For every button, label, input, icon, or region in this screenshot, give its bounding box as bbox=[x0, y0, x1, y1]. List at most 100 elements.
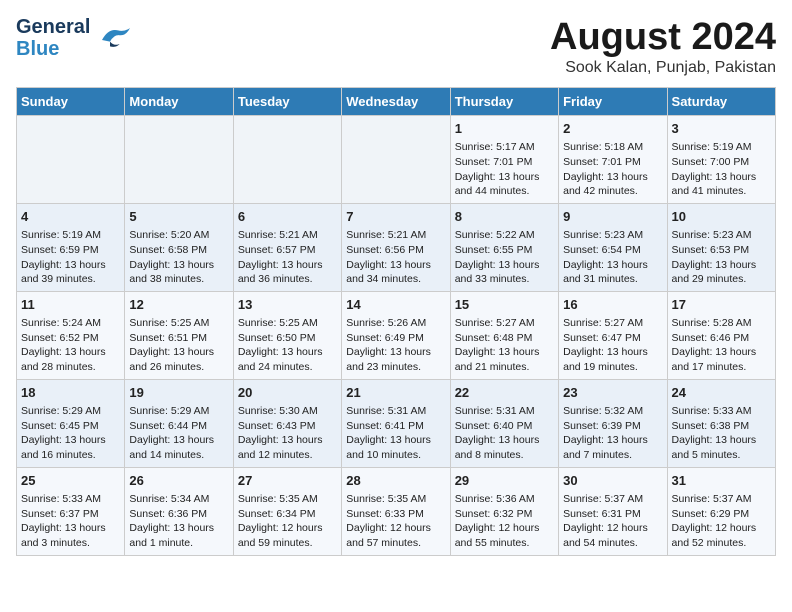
day-content: Daylight: 13 hours bbox=[21, 433, 120, 448]
day-content: Sunrise: 5:34 AM bbox=[129, 492, 228, 507]
day-content: and 28 minutes. bbox=[21, 360, 120, 375]
calendar-table: Sunday Monday Tuesday Wednesday Thursday… bbox=[16, 87, 776, 556]
day-content: Daylight: 13 hours bbox=[129, 521, 228, 536]
day-content: and 1 minute. bbox=[129, 536, 228, 551]
day-content: Sunset: 6:29 PM bbox=[672, 507, 771, 522]
day-content: Daylight: 12 hours bbox=[238, 521, 337, 536]
day-content: and 33 minutes. bbox=[455, 272, 554, 287]
table-row: 28Sunrise: 5:35 AMSunset: 6:33 PMDayligh… bbox=[342, 467, 450, 555]
day-content: Sunrise: 5:37 AM bbox=[672, 492, 771, 507]
day-content: Sunrise: 5:27 AM bbox=[563, 316, 662, 331]
table-row: 31Sunrise: 5:37 AMSunset: 6:29 PMDayligh… bbox=[667, 467, 775, 555]
calendar-week-row: 25Sunrise: 5:33 AMSunset: 6:37 PMDayligh… bbox=[17, 467, 776, 555]
day-content: Sunrise: 5:33 AM bbox=[672, 404, 771, 419]
day-content: Daylight: 13 hours bbox=[672, 258, 771, 273]
day-number: 10 bbox=[672, 208, 771, 226]
day-content: and 21 minutes. bbox=[455, 360, 554, 375]
day-content: Sunset: 6:44 PM bbox=[129, 419, 228, 434]
day-content: Sunrise: 5:30 AM bbox=[238, 404, 337, 419]
day-content: Sunrise: 5:19 AM bbox=[672, 140, 771, 155]
table-row: 11Sunrise: 5:24 AMSunset: 6:52 PMDayligh… bbox=[17, 291, 125, 379]
day-content: Sunset: 6:36 PM bbox=[129, 507, 228, 522]
table-row: 14Sunrise: 5:26 AMSunset: 6:49 PMDayligh… bbox=[342, 291, 450, 379]
day-content: Sunset: 6:52 PM bbox=[21, 331, 120, 346]
day-content: Daylight: 13 hours bbox=[21, 258, 120, 273]
calendar-week-row: 18Sunrise: 5:29 AMSunset: 6:45 PMDayligh… bbox=[17, 379, 776, 467]
table-row: 12Sunrise: 5:25 AMSunset: 6:51 PMDayligh… bbox=[125, 291, 233, 379]
day-content: Sunset: 6:53 PM bbox=[672, 243, 771, 258]
calendar-week-row: 11Sunrise: 5:24 AMSunset: 6:52 PMDayligh… bbox=[17, 291, 776, 379]
table-row: 16 Sunrise: 5:27 AMSunset: 6:47 PMDayligh… bbox=[559, 291, 667, 379]
day-content: Daylight: 13 hours bbox=[346, 345, 445, 360]
table-row: 8Sunrise: 5:22 AMSunset: 6:55 PMDaylight… bbox=[450, 203, 558, 291]
day-content: Sunset: 6:55 PM bbox=[455, 243, 554, 258]
day-content: Sunrise: 5:21 AM bbox=[238, 228, 337, 243]
table-row: 18Sunrise: 5:29 AMSunset: 6:45 PMDayligh… bbox=[17, 379, 125, 467]
day-number: 17 bbox=[672, 296, 771, 314]
day-content: and 5 minutes. bbox=[672, 448, 771, 463]
day-content: Sunset: 6:59 PM bbox=[21, 243, 120, 258]
day-number: 4 bbox=[21, 208, 120, 226]
page-header: General Blue August 2024 Sook Kalan, Pun… bbox=[16, 16, 776, 77]
day-content: and 31 minutes. bbox=[563, 272, 662, 287]
calendar-week-row: 4Sunrise: 5:19 AMSunset: 6:59 PMDaylight… bbox=[17, 203, 776, 291]
col-saturday: Saturday bbox=[667, 88, 775, 116]
table-row: 26Sunrise: 5:34 AMSunset: 6:36 PMDayligh… bbox=[125, 467, 233, 555]
calendar-week-row: 1Sunrise: 5:17 AMSunset: 7:01 PMDaylight… bbox=[17, 116, 776, 204]
day-content: and 38 minutes. bbox=[129, 272, 228, 287]
table-row: 19Sunrise: 5:29 AMSunset: 6:44 PMDayligh… bbox=[125, 379, 233, 467]
day-content: Daylight: 12 hours bbox=[455, 521, 554, 536]
day-number: 16 bbox=[563, 296, 662, 314]
day-content: Sunset: 6:46 PM bbox=[672, 331, 771, 346]
day-content: Daylight: 13 hours bbox=[563, 258, 662, 273]
table-row: 27Sunrise: 5:35 AMSunset: 6:34 PMDayligh… bbox=[233, 467, 341, 555]
day-content: and 12 minutes. bbox=[238, 448, 337, 463]
day-content: Sunrise: 5:23 AM bbox=[672, 228, 771, 243]
day-number: 21 bbox=[346, 384, 445, 402]
day-number: 9 bbox=[563, 208, 662, 226]
day-content: and 29 minutes. bbox=[672, 272, 771, 287]
day-number: 15 bbox=[455, 296, 554, 314]
logo-general-text: General bbox=[16, 16, 90, 38]
day-content: Sunset: 7:01 PM bbox=[563, 155, 662, 170]
day-content: Daylight: 13 hours bbox=[455, 258, 554, 273]
day-content: Sunrise: 5:18 AM bbox=[563, 140, 662, 155]
day-content: Sunset: 6:49 PM bbox=[346, 331, 445, 346]
table-row: 21Sunrise: 5:31 AMSunset: 6:41 PMDayligh… bbox=[342, 379, 450, 467]
day-content: Sunrise: 5:31 AM bbox=[455, 404, 554, 419]
day-content: Daylight: 13 hours bbox=[346, 433, 445, 448]
day-content: and 52 minutes. bbox=[672, 536, 771, 551]
day-content: Sunset: 7:01 PM bbox=[455, 155, 554, 170]
day-content: and 36 minutes. bbox=[238, 272, 337, 287]
day-content: Sunrise: 5:36 AM bbox=[455, 492, 554, 507]
day-number: 18 bbox=[21, 384, 120, 402]
col-tuesday: Tuesday bbox=[233, 88, 341, 116]
day-content: and 8 minutes. bbox=[455, 448, 554, 463]
table-row: 10 Sunrise: 5:23 AMSunset: 6:53 PMDayligh… bbox=[667, 203, 775, 291]
day-content: Sunrise: 5:20 AM bbox=[129, 228, 228, 243]
logo: General Blue bbox=[16, 16, 134, 60]
day-number: 22 bbox=[455, 384, 554, 402]
day-number: 11 bbox=[21, 296, 120, 314]
day-content: Daylight: 13 hours bbox=[129, 258, 228, 273]
page-title: August 2024 bbox=[550, 16, 776, 59]
table-row: 17Sunrise: 5:28 AMSunset: 6:46 PMDayligh… bbox=[667, 291, 775, 379]
day-content: Daylight: 13 hours bbox=[238, 345, 337, 360]
day-number: 30 bbox=[563, 472, 662, 490]
day-content: and 17 minutes. bbox=[672, 360, 771, 375]
day-number: 31 bbox=[672, 472, 771, 490]
day-content: Sunset: 6:47 PM bbox=[563, 331, 662, 346]
day-content: and 16 minutes. bbox=[21, 448, 120, 463]
day-content: Daylight: 13 hours bbox=[129, 433, 228, 448]
day-content: Sunrise: 5:29 AM bbox=[129, 404, 228, 419]
table-row: 23Sunrise: 5:32 AMSunset: 6:39 PMDayligh… bbox=[559, 379, 667, 467]
table-row: 7Sunrise: 5:21 AMSunset: 6:56 PMDaylight… bbox=[342, 203, 450, 291]
table-row: 4Sunrise: 5:19 AMSunset: 6:59 PMDaylight… bbox=[17, 203, 125, 291]
day-content: Daylight: 13 hours bbox=[563, 345, 662, 360]
day-content: Daylight: 13 hours bbox=[672, 433, 771, 448]
day-content: Sunset: 6:41 PM bbox=[346, 419, 445, 434]
day-content: Daylight: 12 hours bbox=[563, 521, 662, 536]
day-content: Sunrise: 5:23 AM bbox=[563, 228, 662, 243]
day-content: and 44 minutes. bbox=[455, 184, 554, 199]
day-content: Sunset: 6:51 PM bbox=[129, 331, 228, 346]
